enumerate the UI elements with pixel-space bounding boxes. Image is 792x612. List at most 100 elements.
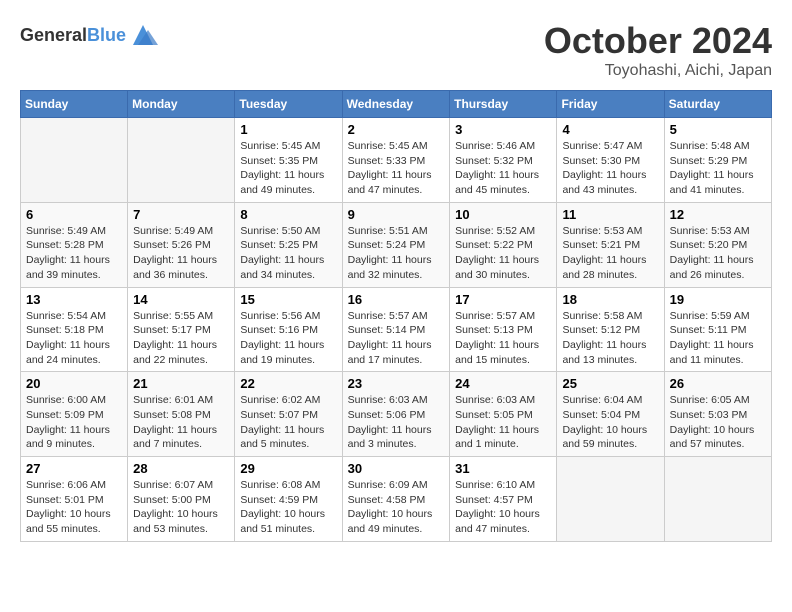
day-info: Sunrise: 6:09 AM Sunset: 4:58 PM Dayligh… <box>348 478 445 537</box>
calendar-cell: 10Sunrise: 5:52 AM Sunset: 5:22 PM Dayli… <box>450 202 557 287</box>
day-number: 22 <box>240 376 336 391</box>
day-info: Sunrise: 5:45 AM Sunset: 5:33 PM Dayligh… <box>348 139 445 198</box>
day-number: 31 <box>455 461 551 476</box>
calendar-cell <box>128 118 235 203</box>
day-number: 13 <box>26 292 122 307</box>
day-info: Sunrise: 5:57 AM Sunset: 5:14 PM Dayligh… <box>348 309 445 368</box>
calendar-cell: 13 Sunrise: 5:54 AM Sunset: 5:18 PM Dayli… <box>21 287 128 372</box>
logo-blue: Blue <box>87 25 126 45</box>
weekday-header-friday: Friday <box>557 91 664 118</box>
weekday-header-saturday: Saturday <box>664 91 771 118</box>
day-number: 1 <box>240 122 336 137</box>
day-number: 14 <box>133 292 229 307</box>
calendar-cell: 26Sunrise: 6:05 AM Sunset: 5:03 PM Dayli… <box>664 372 771 457</box>
day-info: Sunrise: 5:48 AM Sunset: 5:29 PM Dayligh… <box>670 139 766 198</box>
calendar-cell: 15 Sunrise: 5:56 AM Sunset: 5:16 PM Dayli… <box>235 287 342 372</box>
calendar-week-1: 1 Sunrise: 5:45 AM Sunset: 5:35 PM Daylig… <box>21 118 772 203</box>
day-number: 5 <box>670 122 766 137</box>
day-info: Sunrise: 5:58 AM Sunset: 5:12 PM Dayligh… <box>562 309 658 368</box>
day-number: 10 <box>455 207 551 222</box>
day-info: Sunrise: 5:55 AM Sunset: 5:17 PM Dayligh… <box>133 309 229 368</box>
day-number: 17 <box>455 292 551 307</box>
calendar-cell: 3Sunrise: 5:46 AM Sunset: 5:32 PM Daylig… <box>450 118 557 203</box>
calendar-cell: 25 Sunrise: 6:04 AM Sunset: 5:04 PM Dayli… <box>557 372 664 457</box>
day-info: Sunrise: 5:59 AM Sunset: 5:11 PM Dayligh… <box>670 309 766 368</box>
day-info: Sunrise: 5:53 AM Sunset: 5:20 PM Dayligh… <box>670 224 766 283</box>
day-info: Sunrise: 5:50 AM Sunset: 5:25 PM Dayligh… <box>240 224 336 283</box>
day-info: Sunrise: 5:46 AM Sunset: 5:32 PM Dayligh… <box>455 139 551 198</box>
calendar-cell: 19Sunrise: 5:59 AM Sunset: 5:11 PM Dayli… <box>664 287 771 372</box>
day-info: Sunrise: 6:00 AM Sunset: 5:09 PM Dayligh… <box>26 393 122 452</box>
calendar-cell: 20 Sunrise: 6:00 AM Sunset: 5:09 PM Dayli… <box>21 372 128 457</box>
weekday-header-wednesday: Wednesday <box>342 91 450 118</box>
day-info: Sunrise: 6:01 AM Sunset: 5:08 PM Dayligh… <box>133 393 229 452</box>
calendar-cell <box>557 457 664 542</box>
day-number: 4 <box>562 122 658 137</box>
logo-icon <box>128 20 158 50</box>
day-info: Sunrise: 5:51 AM Sunset: 5:24 PM Dayligh… <box>348 224 445 283</box>
page-header: GeneralBlue October 2024 Toyohashi, Aich… <box>20 20 772 80</box>
weekday-header-sunday: Sunday <box>21 91 128 118</box>
day-info: Sunrise: 5:49 AM Sunset: 5:26 PM Dayligh… <box>133 224 229 283</box>
weekday-header-thursday: Thursday <box>450 91 557 118</box>
calendar-cell: 31 Sunrise: 6:10 AM Sunset: 4:57 PM Dayli… <box>450 457 557 542</box>
day-number: 27 <box>26 461 122 476</box>
day-number: 12 <box>670 207 766 222</box>
day-number: 11 <box>562 207 658 222</box>
day-info: Sunrise: 6:03 AM Sunset: 5:06 PM Dayligh… <box>348 393 445 452</box>
calendar-cell <box>664 457 771 542</box>
day-number: 29 <box>240 461 336 476</box>
calendar-cell: 1 Sunrise: 5:45 AM Sunset: 5:35 PM Daylig… <box>235 118 342 203</box>
day-info: Sunrise: 6:10 AM Sunset: 4:57 PM Dayligh… <box>455 478 551 537</box>
calendar-cell: 5 Sunrise: 5:48 AM Sunset: 5:29 PM Daylig… <box>664 118 771 203</box>
title-block: October 2024 Toyohashi, Aichi, Japan <box>544 20 772 80</box>
calendar-cell: 30 Sunrise: 6:09 AM Sunset: 4:58 PM Dayli… <box>342 457 450 542</box>
day-number: 8 <box>240 207 336 222</box>
calendar-cell: 24 Sunrise: 6:03 AM Sunset: 5:05 PM Dayli… <box>450 372 557 457</box>
calendar-week-4: 20 Sunrise: 6:00 AM Sunset: 5:09 PM Dayli… <box>21 372 772 457</box>
logo: GeneralBlue <box>20 20 158 50</box>
calendar-cell: 16Sunrise: 5:57 AM Sunset: 5:14 PM Dayli… <box>342 287 450 372</box>
location-title: Toyohashi, Aichi, Japan <box>544 62 772 80</box>
calendar-cell: 14 Sunrise: 5:55 AM Sunset: 5:17 PM Dayli… <box>128 287 235 372</box>
month-title: October 2024 <box>544 20 772 62</box>
calendar-cell: 28 Sunrise: 6:07 AM Sunset: 5:00 PM Dayli… <box>128 457 235 542</box>
calendar-table: SundayMondayTuesdayWednesdayThursdayFrid… <box>20 90 772 542</box>
calendar-cell: 9 Sunrise: 5:51 AM Sunset: 5:24 PM Daylig… <box>342 202 450 287</box>
calendar-cell: 17 Sunrise: 5:57 AM Sunset: 5:13 PM Dayli… <box>450 287 557 372</box>
day-number: 30 <box>348 461 445 476</box>
day-info: Sunrise: 6:05 AM Sunset: 5:03 PM Dayligh… <box>670 393 766 452</box>
calendar-cell: 11 Sunrise: 5:53 AM Sunset: 5:21 PM Dayli… <box>557 202 664 287</box>
day-info: Sunrise: 6:07 AM Sunset: 5:00 PM Dayligh… <box>133 478 229 537</box>
calendar-week-2: 6 Sunrise: 5:49 AM Sunset: 5:28 PM Daylig… <box>21 202 772 287</box>
calendar-cell: 6 Sunrise: 5:49 AM Sunset: 5:28 PM Daylig… <box>21 202 128 287</box>
day-info: Sunrise: 5:56 AM Sunset: 5:16 PM Dayligh… <box>240 309 336 368</box>
day-info: Sunrise: 5:54 AM Sunset: 5:18 PM Dayligh… <box>26 309 122 368</box>
calendar-cell: 8 Sunrise: 5:50 AM Sunset: 5:25 PM Daylig… <box>235 202 342 287</box>
day-info: Sunrise: 5:57 AM Sunset: 5:13 PM Dayligh… <box>455 309 551 368</box>
day-info: Sunrise: 6:08 AM Sunset: 4:59 PM Dayligh… <box>240 478 336 537</box>
day-info: Sunrise: 5:47 AM Sunset: 5:30 PM Dayligh… <box>562 139 658 198</box>
calendar-week-3: 13 Sunrise: 5:54 AM Sunset: 5:18 PM Dayli… <box>21 287 772 372</box>
day-number: 25 <box>562 376 658 391</box>
day-number: 9 <box>348 207 445 222</box>
logo-general: General <box>20 25 87 45</box>
calendar-week-5: 27Sunrise: 6:06 AM Sunset: 5:01 PM Dayli… <box>21 457 772 542</box>
day-info: Sunrise: 6:03 AM Sunset: 5:05 PM Dayligh… <box>455 393 551 452</box>
day-number: 21 <box>133 376 229 391</box>
day-number: 24 <box>455 376 551 391</box>
calendar-cell: 18Sunrise: 5:58 AM Sunset: 5:12 PM Dayli… <box>557 287 664 372</box>
day-number: 20 <box>26 376 122 391</box>
day-number: 15 <box>240 292 336 307</box>
day-info: Sunrise: 6:04 AM Sunset: 5:04 PM Dayligh… <box>562 393 658 452</box>
calendar-header: SundayMondayTuesdayWednesdayThursdayFrid… <box>21 91 772 118</box>
day-info: Sunrise: 5:53 AM Sunset: 5:21 PM Dayligh… <box>562 224 658 283</box>
day-number: 28 <box>133 461 229 476</box>
day-info: Sunrise: 5:49 AM Sunset: 5:28 PM Dayligh… <box>26 224 122 283</box>
day-number: 6 <box>26 207 122 222</box>
calendar-cell: 23Sunrise: 6:03 AM Sunset: 5:06 PM Dayli… <box>342 372 450 457</box>
day-info: Sunrise: 6:02 AM Sunset: 5:07 PM Dayligh… <box>240 393 336 452</box>
day-info: Sunrise: 5:45 AM Sunset: 5:35 PM Dayligh… <box>240 139 336 198</box>
calendar-cell: 27Sunrise: 6:06 AM Sunset: 5:01 PM Dayli… <box>21 457 128 542</box>
day-number: 2 <box>348 122 445 137</box>
